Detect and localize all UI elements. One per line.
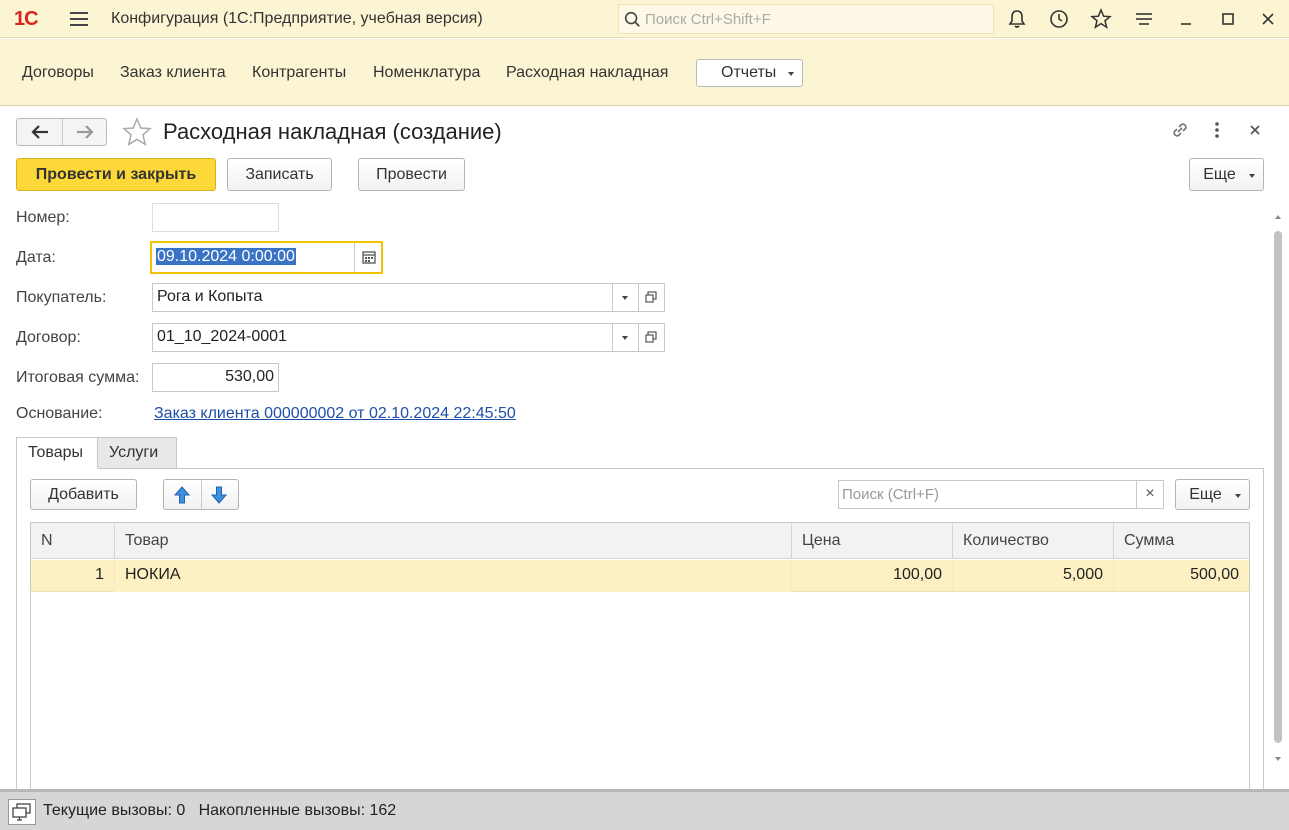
cell-product[interactable]: НОКИА [115, 560, 792, 592]
more-vertical-icon[interactable] [1207, 120, 1227, 140]
table-more-label: Еще [1189, 486, 1222, 503]
add-row-button[interactable]: Добавить [30, 479, 137, 510]
buyer-value: Рога и Копыта [157, 288, 263, 305]
table-search[interactable]: × [838, 480, 1164, 509]
contract-label: Договор: [16, 329, 81, 346]
buyer-open-button[interactable] [638, 284, 662, 311]
reports-button[interactable]: Отчеты [696, 59, 803, 87]
close-window-icon[interactable] [1257, 8, 1279, 30]
chevron-down-icon [1249, 174, 1255, 178]
cell-quantity[interactable]: 5,000 [953, 560, 1114, 592]
favorites-icon[interactable] [1090, 8, 1112, 30]
status-text: Текущие вызовы: 0 Накопленные вызовы: 16… [43, 802, 397, 819]
reports-label: Отчеты [721, 64, 777, 81]
link-icon[interactable] [1170, 120, 1190, 140]
chevron-down-icon [1235, 494, 1241, 498]
date-field[interactable]: 09.10.2024 0:00:00 [150, 241, 383, 274]
calendar-icon [362, 251, 376, 264]
tab-services[interactable]: Услуги [97, 437, 177, 469]
number-label: Номер: [16, 209, 70, 226]
table-header: N Товар Цена Количество Сумма [31, 523, 1249, 559]
clear-search-icon[interactable]: × [1136, 481, 1163, 508]
more-label: Еще [1203, 166, 1236, 183]
save-button[interactable]: Записать [227, 158, 332, 191]
title-bar: 1С Конфигурация (1С:Предприятие, учебная… [0, 0, 1289, 38]
basis-label: Основание: [16, 405, 103, 422]
document-form: Расходная накладная (создание) Провести … [0, 107, 1289, 789]
forward-arrow-icon[interactable] [76, 124, 94, 140]
column-header-product[interactable]: Товар [115, 523, 792, 559]
window-title: Конфигурация (1С:Предприятие, учебная ве… [111, 10, 483, 27]
basis-link[interactable]: Заказ клиента 000000002 от 02.10.2024 22… [154, 405, 516, 423]
goods-table: N Товар Цена Количество Сумма 1 НОКИА 10… [30, 522, 1250, 789]
contract-open-button[interactable] [638, 324, 662, 351]
main-menu-icon[interactable] [70, 10, 88, 28]
close-form-icon[interactable] [1245, 120, 1265, 140]
table-row[interactable]: 1 НОКИА 100,00 5,000 500,00 [31, 560, 1249, 592]
navigation-buttons [16, 118, 107, 146]
history-icon[interactable] [1048, 8, 1070, 30]
total-label: Итоговая сумма: [16, 369, 140, 386]
cell-price[interactable]: 100,00 [792, 560, 953, 592]
column-header-sum[interactable]: Сумма [1114, 523, 1249, 559]
move-buttons [163, 479, 239, 510]
minimize-icon[interactable] [1175, 8, 1197, 30]
column-header-n[interactable]: N [31, 523, 115, 559]
global-search[interactable] [618, 4, 994, 34]
functions-menu-icon[interactable] [1133, 8, 1155, 30]
table-search-input[interactable] [842, 484, 1132, 505]
menu-item-nomenclature[interactable]: Номенклатура [373, 64, 480, 82]
star-icon[interactable] [121, 117, 153, 147]
open-form-icon [645, 291, 657, 303]
form-scrollbar[interactable] [1272, 211, 1284, 767]
buyer-field[interactable]: Рога и Копыта [152, 283, 665, 312]
chevron-down-icon [788, 72, 794, 76]
menu-item-invoice[interactable]: Расходная накладная [506, 64, 668, 82]
total-field[interactable]: 530,00 [152, 363, 279, 392]
move-up-icon[interactable] [174, 486, 190, 504]
date-value: 09.10.2024 0:00:00 [156, 248, 296, 265]
buyer-dropdown-button[interactable] [612, 284, 636, 311]
form-title: Расходная накладная (создание) [163, 119, 502, 144]
post-and-close-button[interactable]: Провести и закрыть [16, 158, 216, 191]
scroll-down-icon[interactable] [1274, 756, 1282, 762]
back-arrow-icon[interactable] [31, 124, 49, 140]
sections-bar: Договоры Заказ клиента Контрагенты Номен… [0, 39, 1289, 106]
more-button[interactable]: Еще [1189, 158, 1264, 191]
date-label: Дата: [16, 249, 56, 266]
bell-icon[interactable] [1006, 8, 1028, 30]
column-header-quantity[interactable]: Количество [953, 523, 1114, 559]
buyer-label: Покупатель: [16, 289, 107, 306]
cell-sum[interactable]: 500,00 [1114, 560, 1249, 592]
column-header-price[interactable]: Цена [792, 523, 953, 559]
maximize-icon[interactable] [1217, 8, 1239, 30]
monitor-icon[interactable] [8, 799, 36, 825]
app-logo: 1С [14, 8, 39, 30]
contract-field[interactable]: 01_10_2024-0001 [152, 323, 665, 352]
table-more-button[interactable]: Еще [1175, 479, 1250, 510]
status-bar: Текущие вызовы: 0 Накопленные вызовы: 16… [0, 789, 1289, 830]
global-search-input[interactable] [645, 8, 985, 30]
chevron-down-icon [622, 296, 628, 300]
move-down-icon[interactable] [211, 486, 227, 504]
menu-item-client-order[interactable]: Заказ клиента [120, 64, 226, 82]
contract-value: 01_10_2024-0001 [157, 328, 287, 345]
calendar-button[interactable] [354, 243, 382, 272]
menu-item-counterparties[interactable]: Контрагенты [252, 64, 346, 82]
open-form-icon [645, 331, 657, 343]
menu-item-contracts[interactable]: Договоры [22, 64, 94, 82]
chevron-down-icon [622, 336, 628, 340]
scroll-thumb[interactable] [1274, 231, 1282, 743]
search-icon [624, 11, 640, 27]
contract-dropdown-button[interactable] [612, 324, 636, 351]
cell-n[interactable]: 1 [31, 560, 115, 592]
post-button[interactable]: Провести [358, 158, 465, 191]
tab-goods[interactable]: Товары [16, 437, 98, 469]
number-field[interactable] [152, 203, 279, 232]
scroll-up-icon[interactable] [1274, 214, 1282, 220]
